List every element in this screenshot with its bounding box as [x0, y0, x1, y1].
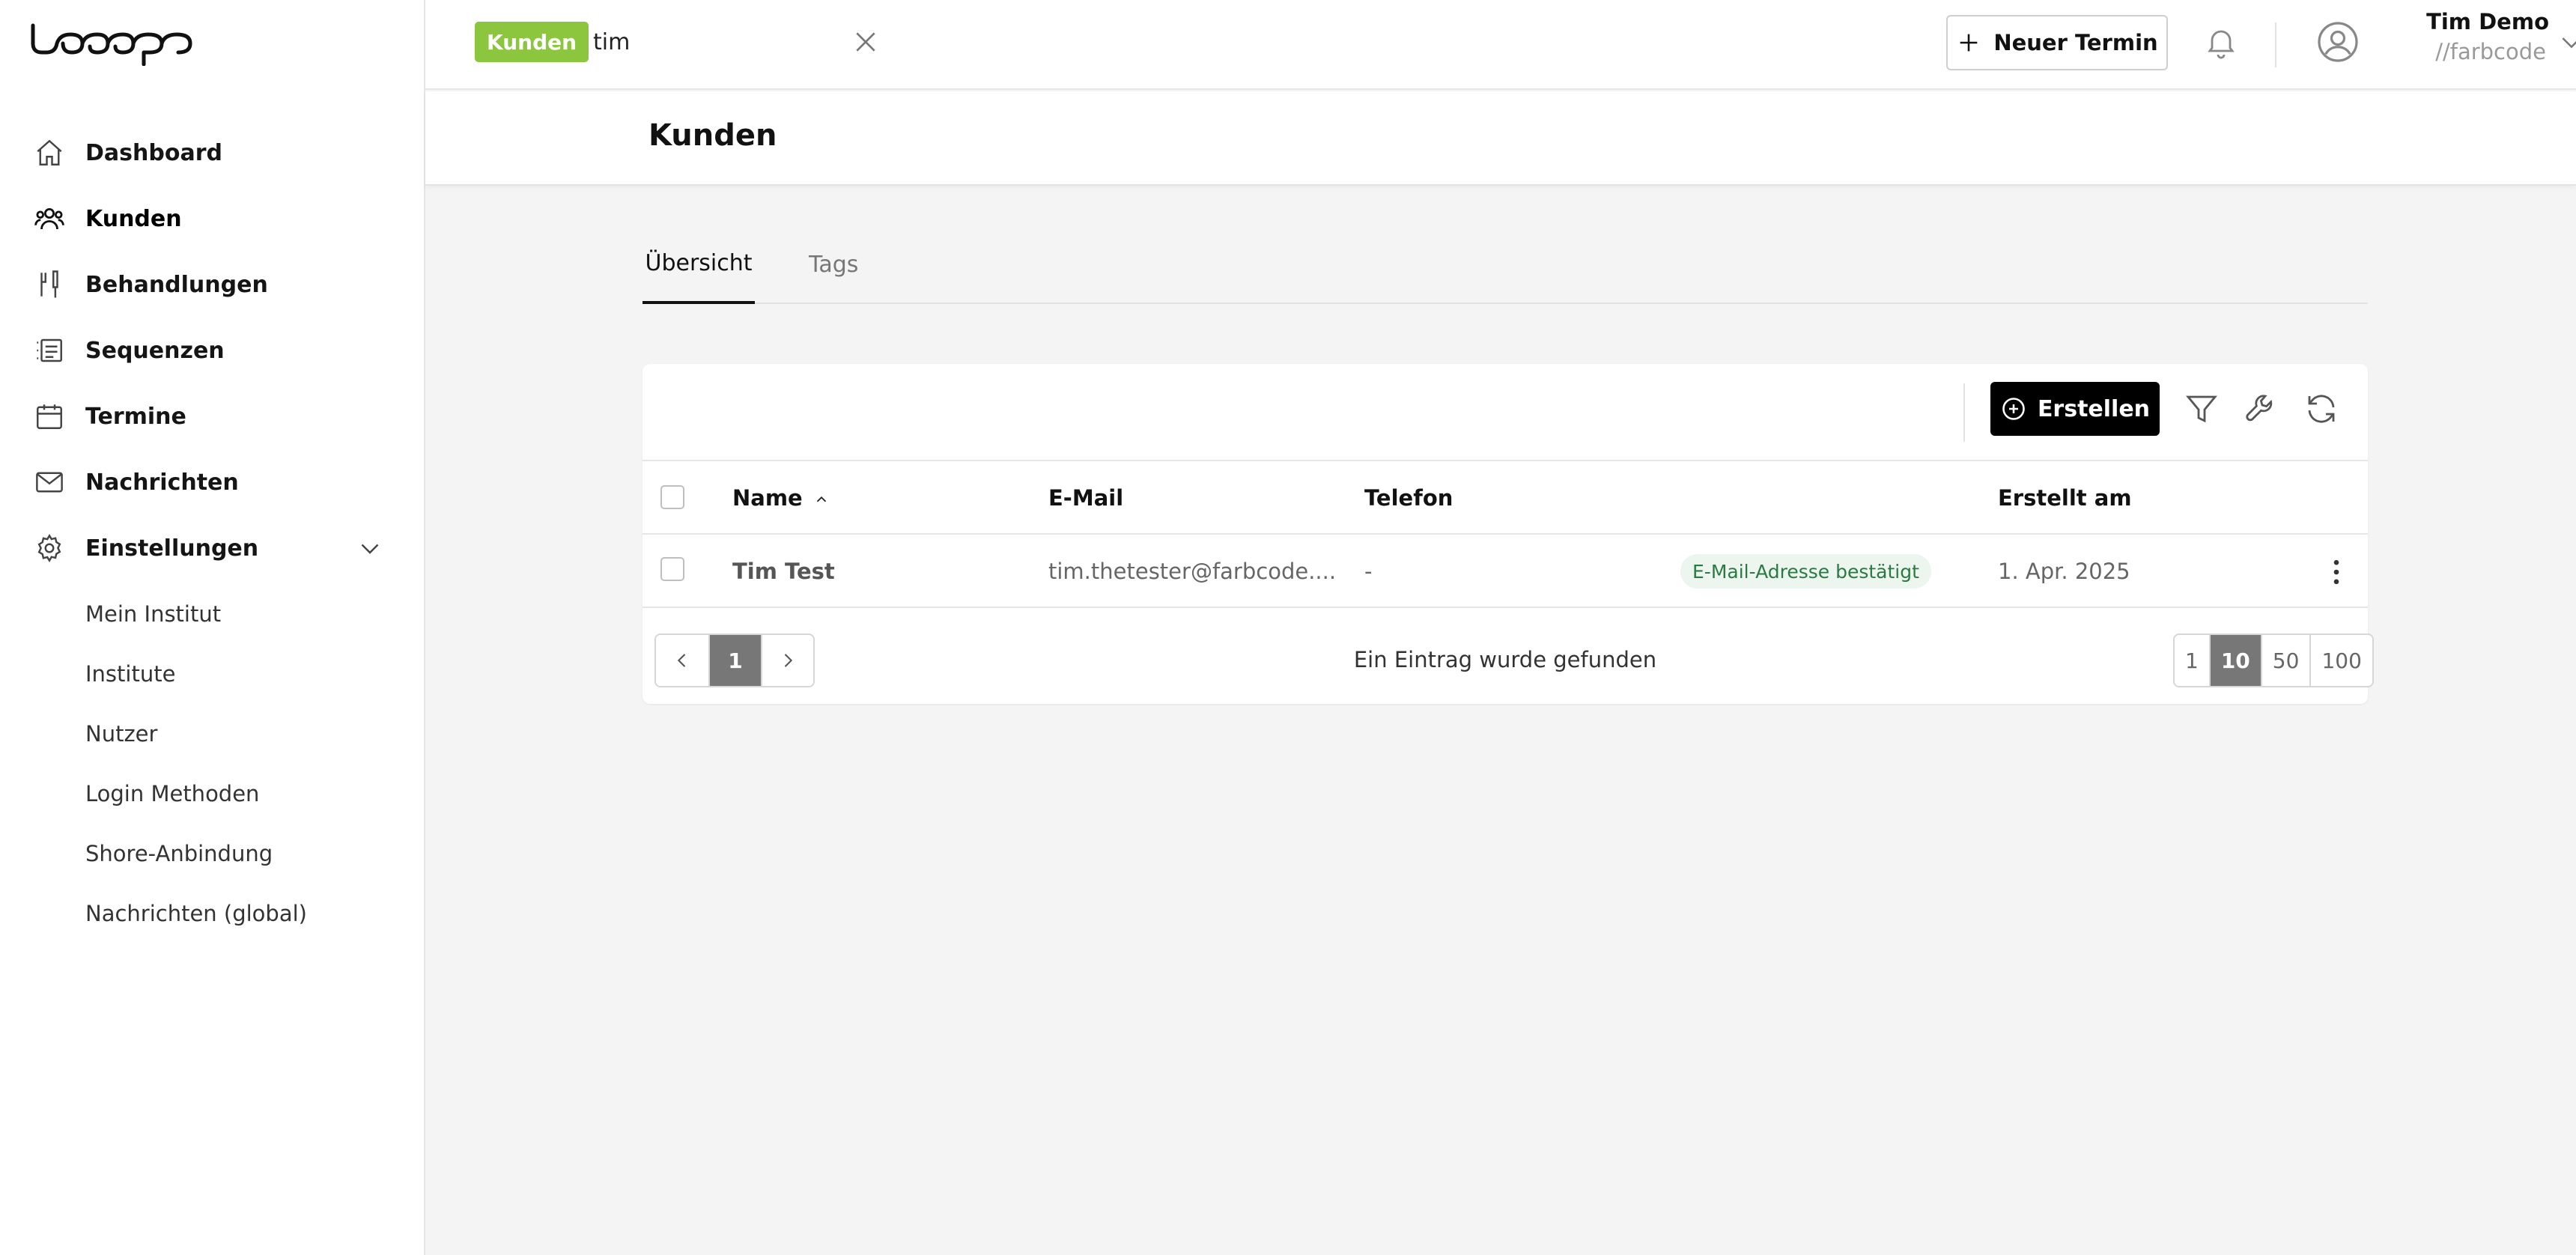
- table-row[interactable]: Tim Test tim.thetester@farbcode.... - E-…: [643, 536, 2368, 608]
- row-checkbox[interactable]: [660, 557, 684, 581]
- page-size-selector: 1 10 50 100: [2173, 633, 2374, 687]
- wrench-icon[interactable]: [2244, 391, 2279, 427]
- page-size-10[interactable]: 10: [2208, 635, 2261, 686]
- more-vertical-icon[interactable]: [2320, 556, 2353, 589]
- column-header-phone[interactable]: Telefon: [1364, 485, 1453, 511]
- sidebar-subitem-shore-anbindung[interactable]: Shore-Anbindung: [0, 824, 424, 884]
- avatar[interactable]: [2315, 19, 2360, 64]
- sidebar-subitem-nutzer[interactable]: Nutzer: [0, 704, 424, 764]
- customer-phone: -: [1364, 559, 1373, 584]
- tab-tags[interactable]: Tags: [803, 225, 864, 304]
- list-icon: [33, 334, 66, 367]
- customer-email: tim.thetester@farbcode....: [1048, 559, 1337, 584]
- bell-icon[interactable]: [2203, 24, 2239, 60]
- user-organization: //farbcode: [2435, 39, 2546, 64]
- table-toolbar: Erstellen: [643, 364, 2368, 461]
- sidebar-item-nachrichten[interactable]: Nachrichten: [0, 449, 424, 515]
- close-icon[interactable]: [851, 27, 881, 57]
- sidebar-item-label: Einstellungen: [85, 535, 259, 562]
- search-input[interactable]: [593, 21, 818, 63]
- status-badge: E-Mail-Adresse bestätigt: [1680, 554, 1931, 589]
- gear-icon: [33, 532, 66, 565]
- new-appointment-label: Neuer Termin: [1993, 30, 2158, 55]
- toolbar-divider: [1963, 383, 1965, 442]
- filter-icon[interactable]: [2184, 391, 2220, 427]
- sidebar-subitem-login-methoden[interactable]: Login Methoden: [0, 764, 424, 824]
- page-size-50[interactable]: 50: [2260, 635, 2310, 686]
- column-header-label: Name: [732, 485, 803, 511]
- results-summary: Ein Eintrag wurde gefunden: [1353, 647, 1657, 672]
- customer-created-date: 1. Apr. 2025: [1998, 559, 2130, 584]
- sidebar-item-label: Nachrichten: [85, 469, 239, 496]
- tab-uebersicht[interactable]: Übersicht: [643, 225, 755, 304]
- sidebar-item-termine[interactable]: Termine: [0, 383, 424, 449]
- users-icon: [33, 202, 66, 235]
- customers-table-card: Erstellen Name E-Mail Telefon Erstellt a…: [643, 364, 2374, 704]
- page-size-100[interactable]: 100: [2309, 635, 2372, 686]
- plus-circle-icon: [2002, 398, 2025, 420]
- create-button-label: Erstellen: [2037, 395, 2151, 422]
- sidebar-subitem-institute[interactable]: Institute: [0, 644, 424, 704]
- treatment-tools-icon: [33, 268, 66, 301]
- sidebar-item-einstellungen[interactable]: Einstellungen: [0, 515, 424, 581]
- sidebar-item-behandlungen[interactable]: Behandlungen: [0, 252, 424, 317]
- search-scope-chip[interactable]: Kunden: [475, 22, 589, 62]
- new-appointment-button[interactable]: Neuer Termin: [1946, 15, 2168, 70]
- sidebar: Dashboard Kunden Behandlungen Sequenzen …: [0, 0, 425, 1255]
- sort-ascending-icon: [816, 496, 826, 502]
- sidebar-item-label: Termine: [85, 403, 186, 430]
- select-all-checkbox[interactable]: [660, 485, 684, 509]
- chevron-down-icon[interactable]: [2557, 27, 2576, 57]
- create-button[interactable]: Erstellen: [1990, 382, 2160, 436]
- topbar: Kunden Neuer Termin Tim Demo //farbcode: [425, 0, 2576, 90]
- tab-bar: Übersicht Tags: [643, 225, 2368, 304]
- sidebar-subitem-mein-institut[interactable]: Mein Institut: [0, 584, 424, 644]
- sidebar-item-label: Sequenzen: [85, 337, 225, 364]
- user-name: Tim Demo: [2426, 9, 2549, 34]
- mail-icon: [33, 466, 66, 499]
- sidebar-item-dashboard[interactable]: Dashboard: [0, 120, 424, 186]
- table-header: Name E-Mail Telefon Erstellt am: [643, 463, 2368, 535]
- sidebar-item-label: Kunden: [85, 205, 182, 232]
- page-header: Kunden: [425, 91, 2576, 186]
- app-logo[interactable]: [30, 21, 202, 66]
- plus-icon: [1960, 34, 1978, 52]
- customer-name[interactable]: Tim Test: [732, 559, 835, 584]
- column-header-created[interactable]: Erstellt am: [1998, 485, 2132, 511]
- main-nav: Dashboard Kunden Behandlungen Sequenzen …: [0, 120, 424, 943]
- page-size-1[interactable]: 1: [2175, 635, 2209, 686]
- column-header-email[interactable]: E-Mail: [1048, 485, 1123, 511]
- home-icon: [33, 136, 66, 169]
- sidebar-item-sequenzen[interactable]: Sequenzen: [0, 317, 424, 383]
- topbar-divider: [2275, 22, 2276, 67]
- sidebar-item-kunden[interactable]: Kunden: [0, 186, 424, 252]
- refresh-icon[interactable]: [2303, 391, 2339, 427]
- settings-submenu: Mein Institut Institute Nutzer Login Met…: [0, 581, 424, 943]
- sidebar-item-label: Dashboard: [85, 139, 222, 166]
- chevron-down-icon[interactable]: [356, 535, 383, 562]
- calendar-icon: [33, 400, 66, 433]
- sidebar-item-label: Behandlungen: [85, 271, 268, 298]
- column-header-name[interactable]: Name: [732, 485, 830, 511]
- table-footer: 1 Ein Eintrag wurde gefunden 1 10 50 100: [643, 610, 2374, 702]
- sidebar-subitem-nachrichten-global[interactable]: Nachrichten (global): [0, 884, 424, 943]
- page-title: Kunden: [648, 118, 777, 153]
